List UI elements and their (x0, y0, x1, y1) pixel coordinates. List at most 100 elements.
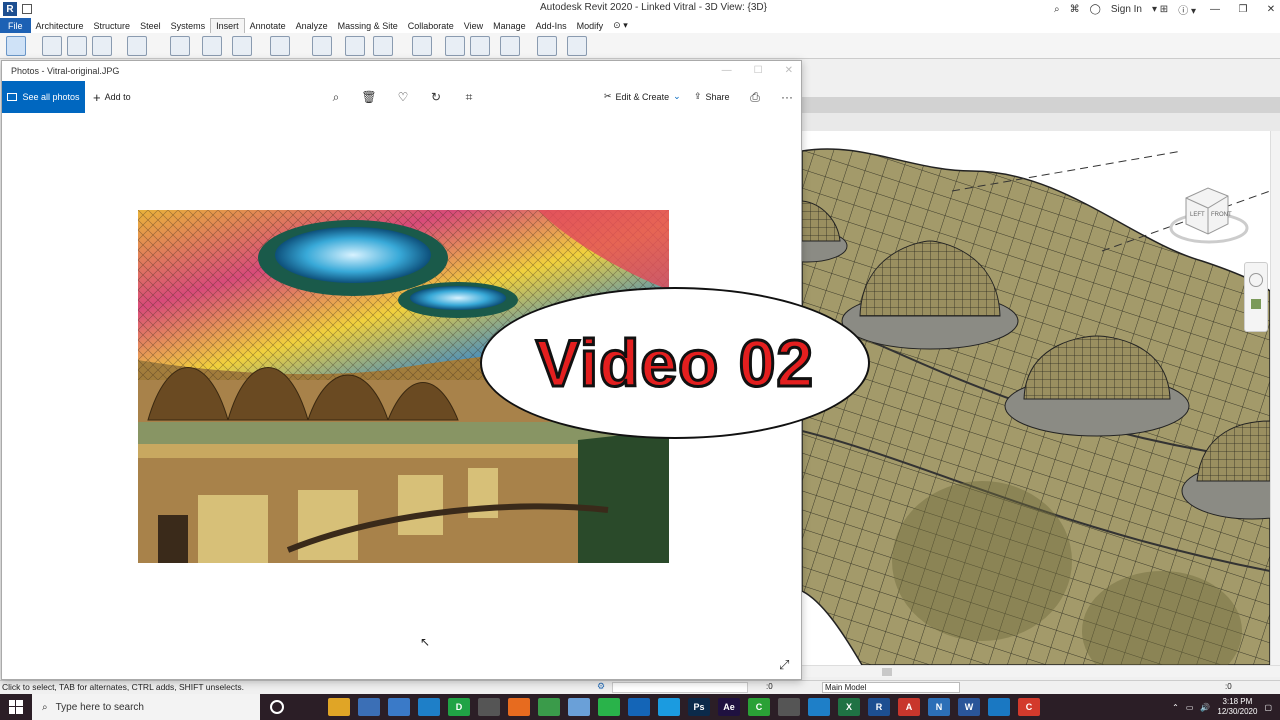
tab-structure[interactable]: Structure (89, 18, 136, 33)
import-image-button[interactable] (445, 36, 465, 56)
tab-add-ins[interactable]: Add-Ins (531, 18, 572, 33)
see-all-photos-button[interactable]: See all photos (2, 81, 85, 113)
share-button[interactable]: ⇪ Share (694, 91, 730, 102)
autocad-icon[interactable]: A (898, 698, 920, 716)
tab-view[interactable]: View (459, 18, 488, 33)
favorite-icon[interactable]: ♡ (396, 90, 410, 104)
link-ifc-button[interactable] (67, 36, 87, 56)
add-to-button[interactable]: + Add to (93, 90, 131, 105)
view-vertical-scrollbar[interactable] (1270, 131, 1280, 665)
c-app-icon[interactable]: C (748, 698, 770, 716)
chrome-icon[interactable] (538, 698, 560, 716)
store-icon[interactable] (358, 698, 380, 716)
dwf-markup-button[interactable] (170, 36, 190, 56)
manage-images-button[interactable] (470, 36, 490, 56)
tab-systems[interactable]: Systems (166, 18, 211, 33)
delete-icon[interactable]: 🗑 (361, 90, 376, 104)
viewcube[interactable]: LEFT FRONT (1168, 180, 1250, 250)
edge-icon[interactable] (418, 698, 440, 716)
zoom-icon[interactable] (1251, 299, 1261, 309)
outlook-icon[interactable] (628, 698, 650, 716)
edit-create-button[interactable]: ✂ Edit & Create ⌄ (604, 91, 681, 102)
tab-architecture[interactable]: Architecture (31, 18, 89, 33)
edge2-icon[interactable] (808, 698, 830, 716)
import-cad-button[interactable] (345, 36, 365, 56)
tab-analyze[interactable]: Analyze (291, 18, 333, 33)
task-view-icon[interactable] (298, 698, 320, 716)
help-icon[interactable]: ⓘ ▾ (1178, 2, 1196, 17)
word-icon[interactable]: W (958, 698, 980, 716)
point-cloud-button[interactable] (232, 36, 252, 56)
rotate-icon[interactable]: ↻ (429, 90, 443, 104)
full-screen-icon[interactable]: ⤢ (779, 657, 789, 673)
tab-insert[interactable]: Insert (210, 18, 245, 33)
photos-close-button[interactable]: ✕ (785, 65, 793, 76)
volume-icon[interactable]: 🔊 (1200, 703, 1210, 712)
c-app2-icon[interactable]: C (1018, 698, 1040, 716)
zoom-icon[interactable]: ⌕ (329, 90, 343, 104)
tab-modify[interactable]: Modify (572, 18, 609, 33)
notifications-icon[interactable]: ▢ (1264, 703, 1272, 712)
link-cad-button[interactable] (92, 36, 112, 56)
photos-minimize-button[interactable]: — (722, 65, 732, 76)
aftereffects-icon[interactable]: Ae (718, 698, 740, 716)
import-pdf-button[interactable] (412, 36, 432, 56)
worksets-icon[interactable]: ⚙ (597, 681, 605, 692)
load-autodesk-family-button[interactable] (567, 36, 587, 56)
tab-file[interactable]: File (0, 18, 31, 33)
excel-icon[interactable]: X (838, 698, 860, 716)
tab-steel[interactable]: Steel (135, 18, 166, 33)
scroll-thumb[interactable] (882, 668, 892, 676)
cortana-icon[interactable] (270, 700, 284, 714)
link-revit-button[interactable] (42, 36, 62, 56)
user-icon[interactable]: ◯ (1090, 4, 1101, 15)
link-topography-button[interactable] (127, 36, 147, 56)
contextual-tab-menu-icon[interactable]: ⊙ ▾ (608, 18, 633, 33)
revit-logo-icon[interactable]: R (3, 2, 17, 16)
start-button[interactable] (0, 694, 32, 720)
app2-icon[interactable] (568, 698, 590, 716)
decal-button[interactable] (202, 36, 222, 56)
quick-access-icon[interactable] (22, 4, 32, 14)
sign-in-link[interactable]: Sign In (1111, 4, 1142, 15)
skype-icon[interactable] (658, 698, 680, 716)
navigation-bar[interactable] (1244, 262, 1268, 332)
notepad-icon[interactable] (388, 698, 410, 716)
network-icon[interactable]: ▭ (1186, 703, 1194, 712)
load-from-library-button[interactable] (500, 36, 520, 56)
crop-icon[interactable]: ⌗ (462, 90, 476, 104)
firefox-icon[interactable] (508, 698, 530, 716)
revit-icon[interactable]: R (868, 698, 890, 716)
load-family-button[interactable] (537, 36, 557, 56)
manage-links-button[interactable] (312, 36, 332, 56)
search-icon[interactable]: ⌕ (1054, 4, 1060, 15)
navisworks-icon[interactable]: N (928, 698, 950, 716)
calculator-icon[interactable] (778, 698, 800, 716)
file-explorer-icon[interactable] (328, 698, 350, 716)
minimize-button[interactable]: — (1206, 4, 1224, 15)
print-icon[interactable]: ⎙ (748, 90, 762, 104)
whatsapp-icon[interactable] (598, 698, 620, 716)
view-horizontal-scrollbar[interactable] (802, 665, 1280, 677)
modify-select-button[interactable] (6, 36, 26, 56)
clock[interactable]: 3:18 PM 12/30/2020 (1217, 697, 1257, 717)
tab-massing-site[interactable]: Massing & Site (333, 18, 403, 33)
close-button[interactable]: ✕ (1262, 4, 1280, 15)
steering-wheel-icon[interactable] (1249, 273, 1263, 287)
d-app-icon[interactable]: D (448, 698, 470, 716)
tab-manage[interactable]: Manage (488, 18, 531, 33)
tab-collaborate[interactable]: Collaborate (403, 18, 459, 33)
taskbar-search[interactable]: ⌕ Type here to search (32, 694, 260, 720)
coordination-model-button[interactable] (270, 36, 290, 56)
more-icon[interactable]: ··· (780, 90, 794, 104)
photos-maximize-button[interactable]: ☐ (754, 65, 763, 76)
design-option-combo[interactable]: Main Model (822, 682, 960, 693)
workset-combo[interactable] (612, 682, 748, 693)
show-hidden-icons[interactable]: ⌃ (1172, 703, 1179, 712)
import-gbxml-button[interactable] (373, 36, 393, 56)
binoculars-icon[interactable]: ⌘ (1070, 4, 1080, 15)
app-icon[interactable] (478, 698, 500, 716)
tab-annotate[interactable]: Annotate (245, 18, 291, 33)
photos-icon[interactable] (988, 698, 1010, 716)
restore-button[interactable]: ❐ (1234, 4, 1252, 15)
